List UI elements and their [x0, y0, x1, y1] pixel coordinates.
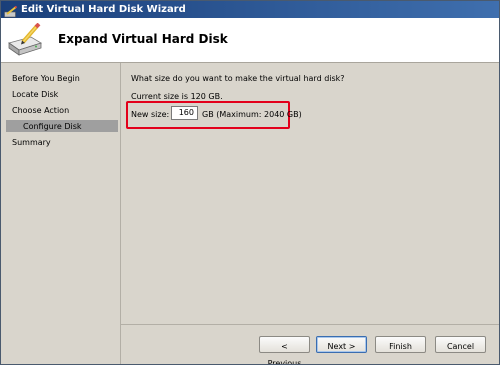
nav-item-locate-disk[interactable]: Locate Disk: [12, 89, 58, 100]
hard-disk-pencil-icon: [7, 22, 43, 57]
title-bar: Edit Virtual Hard Disk Wizard: [1, 1, 499, 18]
nav-item-configure-disk[interactable]: Configure Disk: [6, 120, 118, 132]
nav-item-summary[interactable]: Summary: [12, 137, 51, 148]
new-size-label: New size:: [131, 110, 170, 119]
wizard-steps-nav: Before You Begin Locate Disk Choose Acti…: [1, 63, 121, 364]
new-size-input[interactable]: [171, 106, 198, 120]
wizard-header: Expand Virtual Hard Disk: [1, 18, 499, 63]
footer-divider: [121, 324, 499, 325]
size-question: What size do you want to make the virtua…: [131, 74, 345, 83]
finish-button[interactable]: Finish: [375, 336, 426, 353]
nav-item-before-you-begin[interactable]: Before You Begin: [12, 73, 80, 84]
content-panel: What size do you want to make the virtua…: [121, 63, 499, 331]
wizard-icon: [4, 3, 18, 18]
previous-button[interactable]: < Previous: [259, 336, 310, 364]
next-button[interactable]: Next >: [316, 336, 367, 353]
size-unit-max-text: GB (Maximum: 2040 GB): [202, 110, 302, 119]
window-title: Edit Virtual Hard Disk Wizard: [21, 4, 186, 15]
cancel-button[interactable]: Cancel: [435, 336, 486, 353]
nav-item-choose-action[interactable]: Choose Action: [12, 105, 69, 116]
page-title: Expand Virtual Hard Disk: [58, 32, 228, 46]
wizard-window: Edit Virtual Hard Disk Wizard Expand Vir…: [0, 0, 500, 365]
nav-item-label: Configure Disk: [23, 122, 82, 131]
